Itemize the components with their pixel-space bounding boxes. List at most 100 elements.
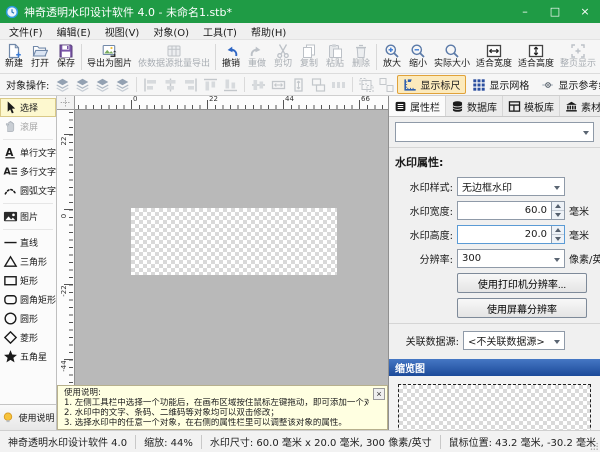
undo-icon — [223, 43, 239, 59]
data-source-dropdown[interactable]: <不关联数据源> — [463, 331, 565, 350]
same-height-button[interactable] — [289, 76, 308, 94]
redo-button[interactable]: 重做 — [244, 41, 270, 73]
main-toolbar: 新建打开保存导出为图片依数据源批量导出撤销重做剪切复制粘贴删除放大缩小实际大小适… — [0, 40, 600, 74]
tool-scroll[interactable]: 滚屏 — [0, 117, 56, 136]
thumbnail-area — [389, 376, 600, 430]
usage-instructions-box: 使用说明: 1. 左侧工具栏中选择一个功能后，在画布区域按住鼠标左键拖动，即可添… — [57, 385, 388, 430]
fit-width-button[interactable]: 适合宽度 — [473, 41, 515, 73]
tool-single-line-text[interactable]: A单行文字 — [0, 143, 56, 162]
show-ruler-toggle[interactable]: 显示标尺 — [397, 75, 466, 94]
watermark-object[interactable] — [131, 208, 337, 275]
undo-button[interactable]: 撤销 — [218, 41, 244, 73]
delete-button[interactable]: 删除 — [348, 41, 374, 73]
ungroup-button[interactable] — [377, 76, 396, 94]
paste-button[interactable]: 粘贴 — [322, 41, 348, 73]
tool-triangle[interactable]: 三角形 — [0, 252, 56, 271]
zoom-in-button[interactable]: 放大 — [379, 41, 405, 73]
tool-image[interactable]: 图片 — [0, 207, 56, 226]
copy-button[interactable]: 复制 — [296, 41, 322, 73]
vertical-ruler: 220-22-44 — [57, 110, 75, 430]
export-image-button[interactable]: 导出为图片 — [84, 41, 135, 73]
tab-properties[interactable]: 属性栏 — [389, 96, 446, 116]
tab-templates[interactable]: 模板库 — [503, 96, 560, 116]
use-screen-resolution-button[interactable]: 使用屏幕分辨率 — [457, 298, 587, 318]
move-layer-down-button[interactable] — [73, 76, 92, 94]
paste-label: 粘贴 — [326, 59, 344, 70]
minimize-button[interactable]: – — [510, 0, 540, 23]
watermark-style-dropdown[interactable]: 无边框水印 — [457, 177, 565, 196]
tool-rounded-rectangle[interactable]: 圆角矩形 — [0, 290, 56, 309]
send-to-back-button[interactable] — [113, 76, 132, 94]
spin-down-icon[interactable] — [552, 235, 564, 243]
tab-database[interactable]: 数据库 — [446, 96, 503, 116]
save-button[interactable]: 保存 — [53, 41, 79, 73]
actual-size-button[interactable]: 实际大小 — [431, 41, 473, 73]
open-button[interactable]: 打开 — [27, 41, 53, 73]
batch-export-icon — [166, 43, 182, 59]
tool-line[interactable]: 直线 — [0, 233, 56, 252]
align-right-button[interactable] — [181, 76, 200, 94]
watermark-width-input[interactable]: 60.0 — [457, 201, 565, 220]
menu-edit[interactable]: 编辑(E) — [50, 23, 98, 40]
align-left-button[interactable] — [141, 76, 160, 94]
menu-file[interactable]: 文件(F) — [2, 23, 50, 40]
tool-select[interactable]: 选择 — [0, 98, 56, 117]
menu-view[interactable]: 视图(V) — [98, 23, 147, 40]
spin-up-icon[interactable] — [552, 202, 564, 211]
object-selector-dropdown[interactable] — [395, 122, 594, 142]
resolution-dropdown[interactable]: 300 — [457, 249, 565, 268]
usage-instructions-button[interactable]: 使用说明 — [0, 404, 56, 430]
tool-multi-line-text[interactable]: A多行文字 — [0, 162, 56, 181]
fit-height-button[interactable]: 适合高度 — [515, 41, 557, 73]
align-middle-button[interactable] — [249, 76, 268, 94]
guides-icon — [541, 78, 555, 92]
same-size-button[interactable] — [309, 76, 328, 94]
tab-materials[interactable]: 素材库 — [560, 96, 600, 116]
tool-rectangle[interactable]: 矩形 — [0, 271, 56, 290]
use-printer-resolution-button[interactable]: 使用打印机分辨率... — [457, 273, 587, 293]
close-button[interactable]: × — [570, 0, 600, 23]
tool-star-label: 五角星 — [20, 350, 47, 363]
chevron-down-icon — [554, 258, 560, 265]
zoom-out-button[interactable]: 缩小 — [405, 41, 431, 73]
align-bottom-button[interactable] — [221, 76, 240, 94]
tool-arc-text[interactable]: 圆弧文字 — [0, 181, 56, 200]
close-icon[interactable]: × — [373, 388, 385, 400]
tab-properties-label: 属性栏 — [410, 99, 440, 114]
resize-grip-icon[interactable] — [589, 441, 599, 451]
design-canvas[interactable] — [76, 111, 388, 430]
usage-instruction-line: 3. 选择水印中的任意一个对象，在右侧的属性栏里可以调整该对象的属性。 — [64, 418, 369, 428]
equal-spacing-button[interactable] — [329, 76, 348, 94]
tool-select-label: 选择 — [20, 101, 38, 114]
same-width-button[interactable] — [269, 76, 288, 94]
bring-to-front-button[interactable] — [93, 76, 112, 94]
new-button[interactable]: 新建 — [1, 41, 27, 73]
show-grid-label: 显示网格 — [489, 77, 529, 92]
title-bar: 神奇透明水印设计软件 4.0 - 未命名1.stb* –□× — [0, 0, 600, 23]
group-button[interactable] — [357, 76, 376, 94]
show-guides-toggle[interactable]: 显示参考线 — [535, 75, 600, 94]
delete-label: 删除 — [352, 59, 370, 70]
tool-line-label: 直线 — [20, 236, 38, 249]
spin-up-icon[interactable] — [552, 226, 564, 235]
cut-button[interactable]: 剪切 — [270, 41, 296, 73]
fit-page-button[interactable]: 整页显示 — [557, 41, 599, 73]
align-center-button[interactable] — [161, 76, 180, 94]
menu-object[interactable]: 对象(O) — [146, 23, 196, 40]
spin-down-icon[interactable] — [552, 211, 564, 219]
maximize-button[interactable]: □ — [540, 0, 570, 23]
grid-icon — [472, 78, 486, 92]
show-grid-toggle[interactable]: 显示网格 — [466, 75, 535, 94]
tool-scroll-label: 滚屏 — [20, 120, 38, 133]
menu-tools[interactable]: 工具(T) — [196, 23, 244, 40]
tool-star[interactable]: 五角星 — [0, 347, 56, 366]
move-layer-up-button[interactable] — [53, 76, 72, 94]
object-operations-label: 对象操作: — [6, 77, 49, 92]
menu-help[interactable]: 帮助(H) — [244, 23, 293, 40]
batch-export-button[interactable]: 依数据源批量导出 — [135, 41, 213, 73]
align-top-button[interactable] — [201, 76, 220, 94]
tool-diamond[interactable]: 菱形 — [0, 328, 56, 347]
watermark-height-input[interactable]: 20.0 — [457, 225, 565, 244]
tool-circle[interactable]: 圆形 — [0, 309, 56, 328]
templates-icon — [508, 100, 521, 113]
